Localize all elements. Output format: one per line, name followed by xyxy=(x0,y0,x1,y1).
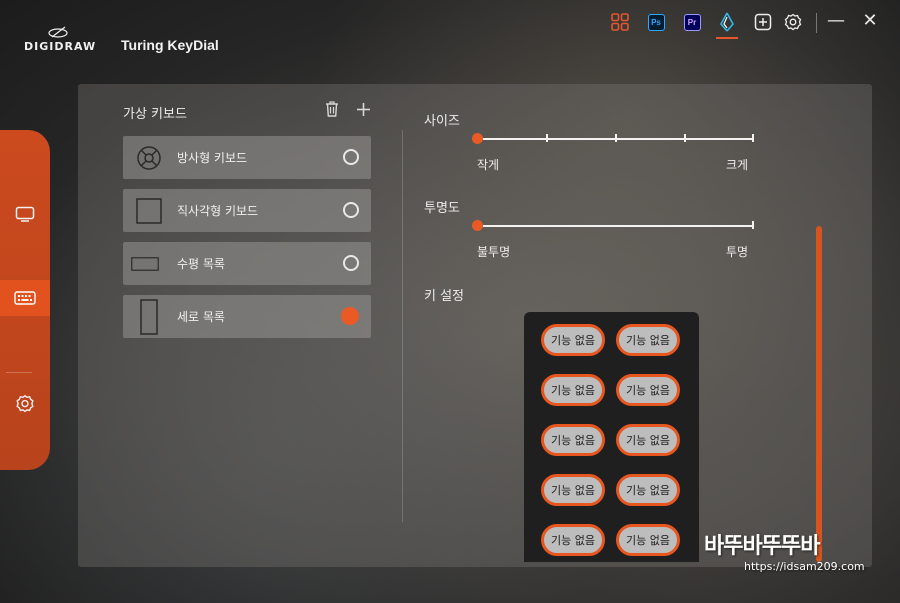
size-title: 사이즈 xyxy=(424,114,460,129)
size-slider-tick xyxy=(684,134,686,142)
premiere-icon[interactable]: Pr xyxy=(682,12,702,32)
toolbar-separator xyxy=(816,13,817,33)
active-app-indicator xyxy=(716,37,738,39)
size-slider-thumb[interactable] xyxy=(472,133,483,144)
photoshop-label: Ps xyxy=(647,13,665,31)
scrollbar[interactable] xyxy=(816,226,822,562)
keyboard-option-label: 수평 목록 xyxy=(177,257,225,271)
radio-button[interactable] xyxy=(343,255,359,271)
premiere-label: Pr xyxy=(683,13,701,31)
key-button[interactable]: 기능 없음 xyxy=(616,524,680,556)
watermark-text: 바뚜바뚜뚜바 xyxy=(704,534,820,559)
radial-icon xyxy=(135,144,163,172)
logo-mark-icon xyxy=(48,26,68,38)
title-bar: DIGIDRAW Turing KeyDial Ps Pr — ✕ xyxy=(0,0,900,70)
add-icon[interactable] xyxy=(753,12,773,32)
watermark: 바뚜바뚜뚜바 https://idsam209.com xyxy=(704,528,894,580)
settings-icon[interactable] xyxy=(783,12,803,32)
grid-icon[interactable] xyxy=(610,12,630,32)
size-max-label: 크게 xyxy=(726,158,749,172)
keyboard-option-vertical[interactable]: 세로 목록 xyxy=(123,295,371,338)
opacity-max-label: 투명 xyxy=(726,245,749,259)
opacity-title: 투명도 xyxy=(424,201,460,216)
photoshop-icon[interactable]: Ps xyxy=(646,12,666,32)
monitor-icon xyxy=(15,206,35,222)
watermark-url: https://idsam209.com xyxy=(744,560,865,573)
keyboard-option-label: 방사형 키보드 xyxy=(177,151,248,165)
radio-button[interactable] xyxy=(343,202,359,218)
rectangle-icon xyxy=(135,197,163,225)
opacity-slider-thumb[interactable] xyxy=(472,220,483,231)
opacity-slider-tick xyxy=(752,221,754,229)
keyboard-option-horizontal[interactable]: 수평 목록 xyxy=(123,242,371,285)
key-button[interactable]: 기능 없음 xyxy=(541,324,605,356)
opacity-min-label: 불투명 xyxy=(477,245,511,259)
trash-icon[interactable] xyxy=(323,100,341,118)
size-slider-tick xyxy=(615,134,617,142)
key-button[interactable]: 기능 없음 xyxy=(541,374,605,406)
keyboard-icon xyxy=(14,291,36,305)
size-slider-tick xyxy=(546,134,548,142)
panel-divider xyxy=(402,130,403,522)
keyboard-option-radial[interactable]: 방사형 키보드 xyxy=(123,136,371,179)
horizontal-list-icon xyxy=(131,250,159,278)
app-title: Turing KeyDial xyxy=(121,37,219,53)
add-keyboard-icon[interactable] xyxy=(354,100,372,118)
keydial-icon[interactable] xyxy=(717,12,737,32)
keyboard-option-label: 세로 목록 xyxy=(177,310,225,324)
digidraw-logo: DIGIDRAW xyxy=(24,26,95,56)
sidebar-item-display[interactable] xyxy=(0,196,50,232)
key-settings-title: 키 설정 xyxy=(424,289,465,304)
brand-text: DIGIDRAW xyxy=(24,40,97,53)
key-button[interactable]: 기능 없음 xyxy=(616,424,680,456)
key-button[interactable]: 기능 없음 xyxy=(616,374,680,406)
settings-icon xyxy=(16,394,34,413)
keyboard-option-label: 직사각형 키보드 xyxy=(177,204,259,218)
key-button[interactable]: 기능 없음 xyxy=(541,474,605,506)
size-slider-tick xyxy=(752,134,754,142)
minimize-button[interactable]: — xyxy=(826,11,846,31)
key-button[interactable]: 기능 없음 xyxy=(616,324,680,356)
sidebar-item-settings[interactable] xyxy=(0,386,50,422)
radio-button[interactable] xyxy=(343,149,359,165)
key-button[interactable]: 기능 없음 xyxy=(616,474,680,506)
sidebar-divider xyxy=(6,372,32,373)
virtual-keyboard-title: 가상 키보드 xyxy=(123,107,187,122)
key-button[interactable]: 기능 없음 xyxy=(541,424,605,456)
vertical-list-icon xyxy=(135,299,163,335)
radio-button-selected[interactable] xyxy=(341,307,359,325)
close-button[interactable]: ✕ xyxy=(860,11,880,31)
size-min-label: 작게 xyxy=(477,158,500,172)
key-button[interactable]: 기능 없음 xyxy=(541,524,605,556)
keyboard-option-rectangle[interactable]: 직사각형 키보드 xyxy=(123,189,371,232)
sidebar-item-keyboard[interactable] xyxy=(0,280,50,316)
opacity-slider-track[interactable] xyxy=(477,225,754,227)
